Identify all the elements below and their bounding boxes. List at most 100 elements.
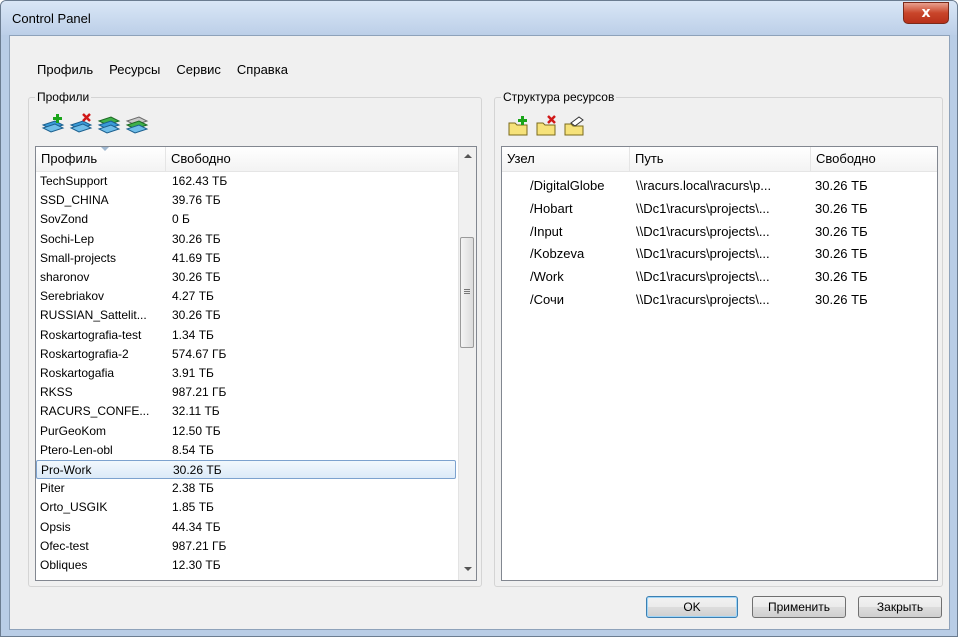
profile-free-space: 0 Б bbox=[172, 212, 190, 227]
profile-row[interactable]: PurGeoKom 12.50 ТБ bbox=[36, 422, 456, 441]
close-window-button[interactable]: x bbox=[903, 2, 949, 24]
profile-free-space: 32.11 ТБ bbox=[172, 404, 220, 419]
control-panel-window: Control Panel x Профиль Ресурсы Сервис С… bbox=[0, 0, 958, 637]
profile-row[interactable]: Roskartografia-2 574.67 ГБ bbox=[36, 345, 456, 364]
profile-free-space: 44.34 ТБ bbox=[172, 519, 221, 534]
profile-name: Ofec-test bbox=[40, 538, 89, 553]
profile-name: RUSSIAN_Sattelit... bbox=[40, 308, 147, 323]
profile-row[interactable]: Pro-Work 30.26 ТБ bbox=[36, 460, 456, 479]
profiles-list[interactable]: Профиль Свободно TechSupport 162.43 ТБ SSD… bbox=[35, 146, 477, 581]
profile-name: PurGeoKom bbox=[40, 423, 107, 438]
copy-profile-icon[interactable] bbox=[125, 113, 149, 135]
window-title: Control Panel bbox=[12, 11, 91, 26]
scroll-down-icon[interactable] bbox=[464, 567, 472, 571]
profile-row[interactable]: SSD_CHINA 39.76 ТБ bbox=[36, 191, 456, 210]
profile-row[interactable]: Roskartogafia 3.91 ТБ bbox=[36, 364, 456, 383]
profile-row[interactable]: Small-projects 41.69 ТБ bbox=[36, 249, 456, 268]
resource-row[interactable]: /DigitalGlobe \\racurs.local\racurs\p... 3… bbox=[502, 176, 932, 195]
profile-row[interactable]: Ptero-Len-obl 8.54 ТБ bbox=[36, 441, 456, 460]
profile-free-space: 987.21 ГБ bbox=[172, 385, 227, 400]
profile-row[interactable]: RUSSIAN_Sattelit... 30.26 ТБ bbox=[36, 306, 456, 325]
profile-free-space: 30.26 ТБ bbox=[172, 270, 221, 284]
profiles-toolbar bbox=[41, 113, 149, 135]
ok-button[interactable]: OK bbox=[646, 596, 738, 618]
column-header-profile[interactable]: Профиль bbox=[36, 147, 166, 171]
resource-free-space: 30.26 ТБ bbox=[815, 269, 868, 285]
column-header-free[interactable]: Свободно bbox=[811, 147, 937, 171]
profile-name: Roskartografia-2 bbox=[40, 346, 129, 361]
resource-node: /Kobzeva bbox=[530, 246, 585, 262]
menu-profile[interactable]: Профиль bbox=[37, 61, 101, 79]
resource-node: /Сочи bbox=[530, 292, 564, 307]
profile-name: Ptero-Len-obl bbox=[40, 442, 113, 457]
close-button[interactable]: Закрыть bbox=[858, 596, 942, 618]
profile-free-space: 1.34 ТБ bbox=[172, 327, 214, 342]
column-header-profile-label: Профиль bbox=[41, 151, 98, 166]
resources-list[interactable]: Узел Путь Свободно /DigitalGlobe \\racurs… bbox=[501, 146, 938, 581]
resource-row[interactable]: /Work \\Dc1\racurs\projects\... 30.26 ТБ bbox=[502, 267, 932, 286]
column-header-node[interactable]: Узел bbox=[502, 147, 630, 171]
resource-row[interactable]: /Kobzeva \\Dc1\racurs\projects\... 30.26 Т… bbox=[502, 244, 932, 263]
resource-row[interactable]: /Input \\Dc1\racurs\projects\... 30.26 ТБ bbox=[502, 222, 932, 241]
profile-row[interactable]: TechSupport 162.43 ТБ bbox=[36, 172, 456, 191]
sort-indicator-icon bbox=[100, 147, 109, 151]
resource-node: /Hobart bbox=[530, 200, 573, 216]
resource-node: /Input bbox=[530, 223, 563, 239]
profile-free-space: 8.54 ТБ bbox=[172, 442, 214, 457]
add-profile-icon[interactable] bbox=[41, 113, 65, 135]
profile-row[interactable]: Ofec-test 987.21 ГБ bbox=[36, 537, 456, 556]
edit-profile-icon[interactable] bbox=[97, 113, 121, 135]
delete-folder-icon[interactable] bbox=[535, 115, 559, 137]
profile-free-space: 1.85 ТБ bbox=[172, 500, 214, 515]
column-header-node-label: Узел bbox=[507, 151, 535, 166]
apply-button[interactable]: Применить bbox=[752, 596, 846, 618]
resources-toolbar bbox=[507, 115, 587, 137]
profile-name: sharonov bbox=[40, 270, 90, 284]
menu-resources[interactable]: Ресурсы bbox=[101, 61, 168, 79]
profile-row[interactable]: Opsis 44.34 ТБ bbox=[36, 518, 456, 537]
column-header-free[interactable]: Свободно bbox=[166, 147, 458, 171]
resource-row[interactable]: /Hobart \\Dc1\racurs\projects\... 30.26 ТБ bbox=[502, 199, 932, 218]
profile-name: Orto_USGIK bbox=[40, 500, 108, 515]
profiles-list-header: Профиль Свободно bbox=[36, 147, 458, 172]
column-header-free-label: Свободно bbox=[816, 151, 876, 166]
title-bar[interactable]: Control Panel x bbox=[1, 1, 957, 35]
scroll-up-icon[interactable] bbox=[464, 154, 472, 158]
resources-list-header: Узел Путь Свободно bbox=[502, 147, 937, 172]
profile-free-space: 4.27 ТБ bbox=[172, 289, 214, 304]
profile-free-space: 574.67 ГБ bbox=[172, 346, 227, 361]
edit-folder-icon[interactable] bbox=[563, 115, 587, 137]
profile-name: Opsis bbox=[40, 519, 71, 534]
column-header-path[interactable]: Путь bbox=[630, 147, 811, 171]
menu-help[interactable]: Справка bbox=[229, 61, 296, 79]
resource-path: \\Dc1\racurs\projects\... bbox=[636, 292, 770, 307]
delete-profile-icon[interactable] bbox=[69, 113, 93, 135]
resource-path: \\Dc1\racurs\projects\... bbox=[636, 269, 770, 285]
profile-row[interactable]: Obliques 12.30 ТБ bbox=[36, 556, 456, 575]
resource-path: \\Dc1\racurs\projects\... bbox=[636, 200, 770, 216]
profile-row[interactable]: RKSS 987.21 ГБ bbox=[36, 383, 456, 402]
profile-row[interactable]: SovZond 0 Б bbox=[36, 210, 456, 229]
profile-row[interactable]: RACURS_CONFE... 32.11 ТБ bbox=[36, 402, 456, 421]
profile-name: Small-projects bbox=[40, 250, 117, 265]
profiles-scrollbar[interactable] bbox=[458, 147, 476, 580]
profile-free-space: 41.69 ТБ bbox=[172, 250, 221, 265]
scrollbar-thumb[interactable] bbox=[460, 237, 474, 348]
resources-group: Структура ресурсов Узел Путь Свободно /D… bbox=[494, 90, 943, 587]
profile-row[interactable]: Serebriakov 4.27 ТБ bbox=[36, 287, 456, 306]
profiles-group-label: Профили bbox=[35, 90, 92, 104]
resource-free-space: 30.26 ТБ bbox=[815, 292, 868, 307]
resource-node: /Work bbox=[530, 269, 564, 285]
resource-free-space: 30.26 ТБ bbox=[815, 200, 868, 216]
profile-row[interactable]: Piter 2.38 ТБ bbox=[36, 479, 456, 498]
profile-row[interactable]: Roskartografia-test 1.34 ТБ bbox=[36, 326, 456, 345]
profile-row[interactable]: sharonov 30.26 ТБ bbox=[36, 268, 456, 287]
profile-free-space: 162.43 ТБ bbox=[172, 174, 228, 188]
menu-service[interactable]: Сервис bbox=[168, 61, 229, 79]
resource-free-space: 30.26 ТБ bbox=[815, 246, 868, 262]
profile-row[interactable]: Sochi-Lep 30.26 ТБ bbox=[36, 230, 456, 249]
resource-row[interactable]: /Сочи \\Dc1\racurs\projects\... 30.26 ТБ bbox=[502, 290, 932, 309]
profile-row[interactable]: Orto_USGIK 1.85 ТБ bbox=[36, 498, 456, 517]
add-folder-icon[interactable] bbox=[507, 115, 531, 137]
profile-name: Serebriakov bbox=[40, 289, 105, 304]
